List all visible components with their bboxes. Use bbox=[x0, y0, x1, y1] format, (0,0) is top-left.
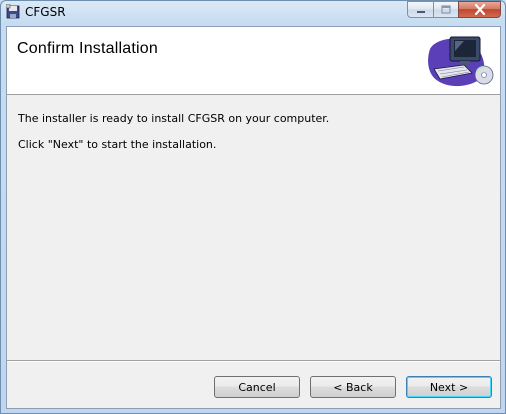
footer-divider bbox=[7, 360, 500, 362]
title-bar[interactable]: CFGSR bbox=[1, 1, 505, 23]
next-button[interactable]: Next > bbox=[406, 376, 492, 398]
close-button[interactable] bbox=[458, 1, 501, 18]
caption-buttons bbox=[407, 1, 501, 19]
instruction-message: Click "Next" to start the installation. bbox=[18, 138, 217, 151]
maximize-button[interactable] bbox=[433, 1, 458, 18]
minimize-icon bbox=[416, 10, 425, 13]
dialog-client: Confirm Installation The installer is re… bbox=[6, 26, 501, 409]
minimize-button[interactable] bbox=[407, 1, 433, 18]
installer-disk-icon bbox=[6, 4, 20, 19]
window-title: CFGSR bbox=[25, 5, 66, 19]
back-button[interactable]: < Back bbox=[310, 376, 396, 398]
ready-message: The installer is ready to install CFGSR … bbox=[18, 112, 330, 125]
dialog-header: Confirm Installation bbox=[7, 27, 500, 95]
page-title: Confirm Installation bbox=[17, 40, 158, 57]
computer-setup-icon bbox=[428, 36, 494, 87]
installer-window: CFGSR Confirm Installation The installer… bbox=[0, 0, 506, 414]
maximize-icon bbox=[441, 5, 451, 14]
cancel-button[interactable]: Cancel bbox=[214, 376, 300, 398]
close-icon bbox=[474, 4, 485, 15]
